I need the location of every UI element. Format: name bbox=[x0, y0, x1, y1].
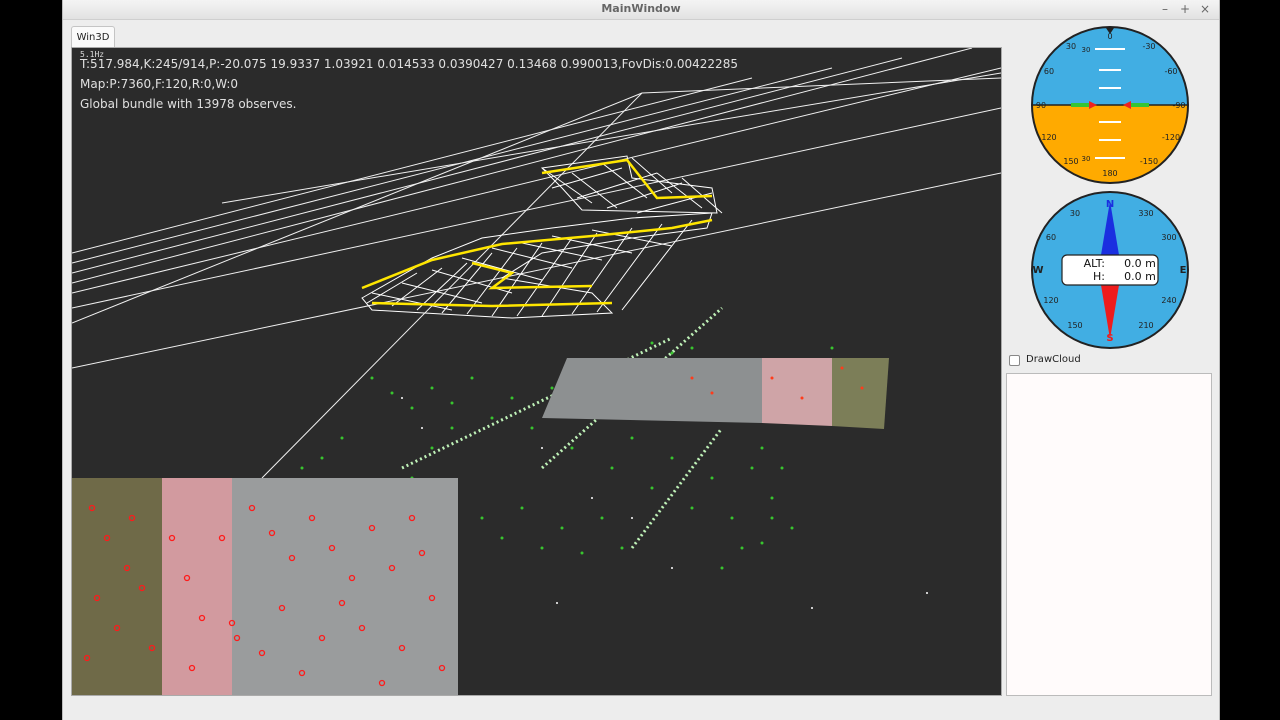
compass: N E S W 30 60 120 150 210 240 300 330 AL… bbox=[1031, 191, 1189, 349]
attitude-indicator: 0 30 60 90 120 150 180 -150 -120 -90 -60… bbox=[1031, 26, 1189, 184]
roll-label-neg30: -30 bbox=[1142, 42, 1155, 51]
cardinal-e: E bbox=[1180, 265, 1187, 276]
draw-cloud-checkbox[interactable] bbox=[1009, 355, 1020, 366]
heading-label-120: 120 bbox=[1043, 296, 1058, 305]
pitch-label-up: 30 bbox=[1082, 46, 1091, 54]
cardinal-n: N bbox=[1106, 199, 1114, 210]
cardinal-s: S bbox=[1106, 333, 1113, 344]
cardinal-w: W bbox=[1032, 265, 1043, 276]
camera-frame-thumbnail bbox=[72, 478, 458, 695]
maximize-button[interactable]: + bbox=[1177, 1, 1193, 17]
roll-label-60: 60 bbox=[1044, 67, 1054, 76]
roll-label-neg60: -60 bbox=[1164, 67, 1177, 76]
roll-label-neg120: -120 bbox=[1162, 133, 1180, 142]
textured-ground-patch bbox=[542, 358, 889, 429]
close-button[interactable]: × bbox=[1197, 1, 1213, 17]
pitch-label-down: 30 bbox=[1082, 155, 1091, 163]
window-title: MainWindow bbox=[601, 2, 681, 15]
heading-label-30: 30 bbox=[1070, 209, 1080, 218]
roll-label-0: 0 bbox=[1107, 32, 1112, 41]
minimize-button[interactable]: – bbox=[1157, 1, 1173, 17]
roll-label-150: 150 bbox=[1063, 157, 1078, 166]
h-value: 0.0 m bbox=[1124, 270, 1156, 283]
draw-cloud-label[interactable]: DrawCloud bbox=[1026, 354, 1081, 365]
roll-label-neg150: -150 bbox=[1140, 157, 1158, 166]
heading-label-240: 240 bbox=[1161, 296, 1176, 305]
roll-label-90: 90 bbox=[1036, 101, 1046, 110]
heading-label-300: 300 bbox=[1161, 233, 1176, 242]
roll-label-neg90: -90 bbox=[1172, 101, 1185, 110]
bundle-status-line: Global bundle with 13978 observes. bbox=[80, 97, 297, 111]
title-bar[interactable]: MainWindow – + × bbox=[63, 0, 1219, 20]
map-status-line: Map:P:7360,F:120,R:0,W:0 bbox=[80, 77, 239, 91]
main-window: MainWindow – + × Win3D 5.1Hz T:517.984,K… bbox=[62, 0, 1220, 720]
side-panel bbox=[1006, 373, 1212, 696]
heading-label-60: 60 bbox=[1046, 233, 1056, 242]
roll-label-120: 120 bbox=[1041, 133, 1056, 142]
roll-label-180: 180 bbox=[1102, 169, 1117, 178]
h-label: H: bbox=[1093, 270, 1105, 283]
keyframe-trajectory bbox=[361, 155, 723, 319]
3d-viewport[interactable]: 5.1Hz T:517.984,K:245/914,P:-20.075 19.9… bbox=[71, 47, 1002, 696]
alt-value: 0.0 m bbox=[1124, 257, 1156, 270]
tab-win3d[interactable]: Win3D bbox=[71, 26, 115, 48]
tracking-status-line: T:517.984,K:245/914,P:-20.075 19.9337 1.… bbox=[80, 57, 738, 71]
feature-points-overlay bbox=[72, 478, 458, 695]
alt-label: ALT: bbox=[1084, 257, 1105, 270]
heading-label-330: 330 bbox=[1138, 209, 1153, 218]
roll-label-30: 30 bbox=[1066, 42, 1076, 51]
heading-label-150: 150 bbox=[1067, 321, 1082, 330]
heading-label-210: 210 bbox=[1138, 321, 1153, 330]
